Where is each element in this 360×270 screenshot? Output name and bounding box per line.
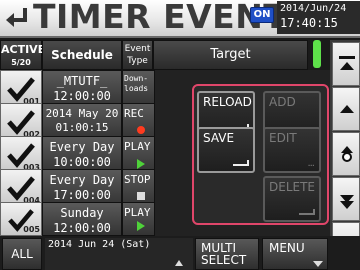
reload-label: RELOAD [203,95,252,109]
schedule-line-1: 2014 May 20 [45,107,119,120]
schedule-line-1: Sunday [60,206,104,220]
active-label: ACTIVE [1,43,46,56]
schedule-line-2: 17:00:00 [53,188,111,202]
triangle-up-icon [175,260,183,266]
clock-date: 2014/Jun/24 [280,3,347,14]
return-corner-icon [299,209,315,215]
stop-icon [137,192,145,200]
date-display: 2014 Jun 24 (Sat) [45,238,193,270]
active-checkbox[interactable]: 005 [0,202,42,236]
column-header-target: Target [153,40,308,70]
scroll-up-icon [340,105,354,113]
scroll-up-button[interactable] [332,87,360,131]
return-arrow-icon [6,8,27,27]
delete-button[interactable]: DELETE [263,176,321,222]
schedule-cell[interactable]: Sunday 12:00:00 [42,202,122,236]
schedule-line-2: 10:00:00 [53,155,111,169]
record-icon [137,126,145,134]
schedule-line-1: Every Day [49,173,115,187]
scroll-down-button[interactable] [332,177,360,221]
event-type-cell[interactable]: PLAY [122,202,155,236]
add-label: ADD [269,95,296,109]
ellipsis-icon: ... [307,158,314,169]
return-corner-icon [233,160,249,166]
scroll-position-icon [341,146,353,162]
schedule-line-2: 01:00:15 [55,121,109,134]
column-header-event-type: Event Type [122,40,153,70]
schedule-line-1: _MTUTF_ [56,74,108,88]
delete-label: DELETE [269,180,316,194]
clock-display: 2014/Jun/24 17:40:15 [277,1,360,34]
scroll-to-top-icon [339,56,355,70]
column-header-schedule: Schedule [42,40,122,70]
timer-on-badge: ON [250,7,274,23]
column-header-active: ACTIVE 5/20 [0,40,46,70]
back-button[interactable] [3,3,33,33]
clock-time: 17:40:15 [280,16,338,30]
menu-label: MENU [269,241,305,255]
schedule-line-1: Every Day [49,140,115,154]
save-button[interactable]: SAVE [197,127,255,173]
event-type-label-2: Type [127,56,148,66]
event-type-line-1: PLAY [124,206,151,219]
multi-select-button[interactable]: MULTI SELECT [195,238,259,270]
schedule-line-2: 12:00:00 [53,89,111,103]
target-popup-menu: RELOAD ADD ... SAVE EDIT ... DELETE [192,84,329,225]
footer-date: 2014 Jun 24 (Sat) [48,239,151,250]
scroll-indicator [313,40,321,68]
schedule-line-2: 12:00:00 [53,221,111,235]
event-number: 005 [23,225,40,234]
all-button[interactable]: ALL [2,238,42,270]
scroll-down-icon [340,195,354,209]
multi-select-label-2: SELECT [201,253,247,267]
page-title: TIMER EVENT [33,0,287,36]
event-type-line-1: STOP [124,173,151,186]
event-type-label-1: Event [124,44,151,54]
event-type-line-1: PLAY [124,140,151,153]
event-type-line-1: REC [124,107,144,120]
event-row[interactable]: 005 Sunday 12:00:00 PLAY [0,202,155,236]
play-icon [137,221,145,231]
event-type-line-1: Down- [124,74,149,83]
scroll-top-button[interactable] [332,42,360,86]
triangle-down-icon [313,261,323,267]
event-type-line-2: loads [124,84,149,93]
edit-button[interactable]: EDIT ... [263,127,321,173]
save-label: SAVE [203,131,235,145]
menu-button[interactable]: MENU [262,238,328,270]
active-count: 5/20 [11,58,31,67]
header-bar: TIMER EVENT ON 2014/Jun/24 17:40:15 [0,0,360,38]
scroll-position-button[interactable] [332,132,360,176]
play-icon [137,159,145,169]
edit-label: EDIT [269,131,297,145]
